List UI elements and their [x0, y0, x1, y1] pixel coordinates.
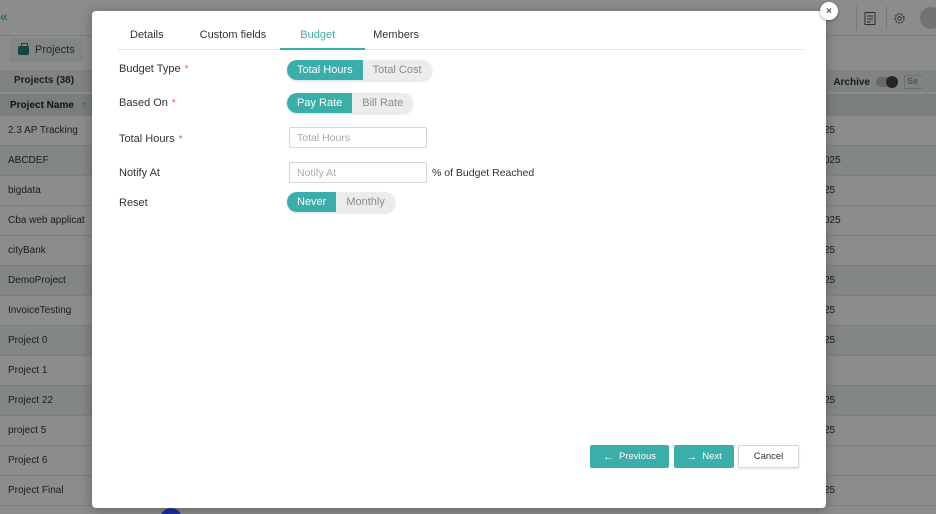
required-mark: * [171, 98, 176, 109]
budget-type-option-total-hours[interactable]: Total Hours [287, 60, 363, 80]
close-icon[interactable]: × [820, 2, 838, 20]
based-on-label: Based On * [119, 97, 176, 109]
tab-members[interactable]: Members [365, 22, 427, 50]
budget-type-label: Budget Type * [119, 63, 189, 75]
notify-at-input[interactable] [289, 162, 427, 183]
required-mark: * [178, 134, 183, 145]
arrow-right-icon: → [686, 450, 698, 463]
reset-toggle[interactable]: Never Monthly [287, 192, 395, 212]
reset-option-monthly[interactable]: Monthly [336, 192, 395, 212]
budget-type-toggle[interactable]: Total Hours Total Cost [287, 60, 432, 80]
based-on-toggle[interactable]: Pay Rate Bill Rate [287, 93, 414, 113]
based-on-option-bill-rate[interactable]: Bill Rate [352, 93, 413, 113]
notify-at-suffix: % of Budget Reached [432, 167, 535, 179]
based-on-option-pay-rate[interactable]: Pay Rate [287, 93, 353, 113]
arrow-left-icon: ← [603, 450, 615, 463]
previous-button[interactable]: ← Previous [590, 445, 669, 468]
reset-label: Reset [119, 197, 148, 209]
tab-details[interactable]: Details [118, 22, 176, 50]
tab-custom-fields[interactable]: Custom fields [188, 22, 279, 50]
required-mark: * [184, 64, 189, 75]
total-hours-input[interactable] [289, 127, 427, 148]
notify-at-label: Notify At [119, 167, 160, 179]
modal-tabs: Details Custom fields Budget Members [118, 22, 804, 50]
reset-option-never[interactable]: Never [287, 192, 337, 212]
total-hours-label: Total Hours * [119, 133, 183, 145]
cancel-button[interactable]: Cancel [738, 445, 799, 468]
project-modal: Details Custom fields Budget Members Bud… [92, 11, 826, 508]
tab-budget[interactable]: Budget [280, 22, 366, 50]
next-button[interactable]: → Next [674, 445, 734, 468]
budget-type-option-total-cost[interactable]: Total Cost [363, 60, 432, 80]
